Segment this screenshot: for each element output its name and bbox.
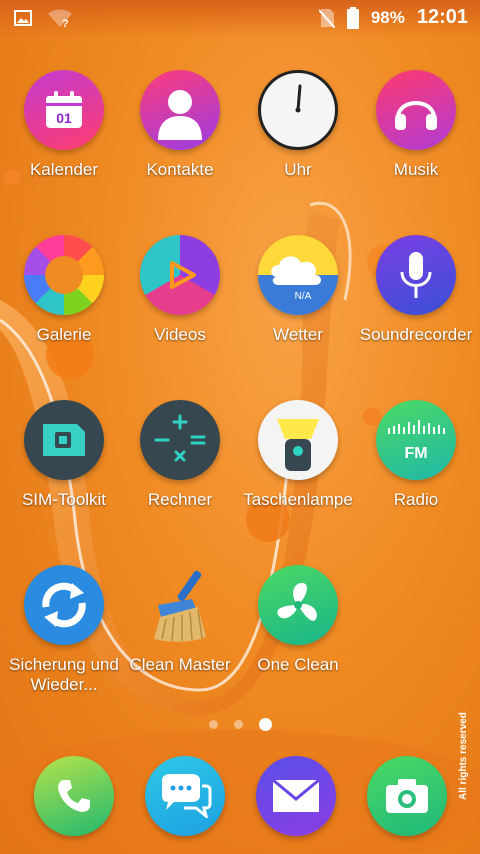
sync-icon — [24, 565, 104, 645]
page-dot[interactable] — [208, 720, 218, 729]
app-videos[interactable]: Videos — [122, 235, 238, 345]
calculator-icon — [140, 400, 220, 480]
app-backup[interactable]: Sicherung und Wieder... — [6, 565, 122, 695]
flashlight-icon — [258, 400, 338, 480]
calendar-day: 01 — [56, 110, 72, 126]
app-sim-toolkit[interactable]: SIM-Toolkit — [6, 400, 122, 510]
app-one-clean[interactable]: One Clean — [240, 565, 356, 675]
battery-percent: 98% — [370, 7, 405, 27]
image-icon — [14, 10, 32, 26]
app-gallery[interactable]: Galerie — [6, 235, 122, 345]
app-label: Sicherung und Wieder... — [9, 655, 119, 694]
app-label: Radio — [393, 490, 439, 509]
radio-fm-text: FM — [404, 445, 427, 462]
play-icon — [140, 235, 220, 315]
broom-icon — [140, 565, 220, 645]
app-label: Taschenlampe — [243, 490, 353, 509]
app-weather[interactable]: N/A Wetter — [240, 235, 356, 345]
contact-icon — [140, 70, 220, 150]
camera-icon[interactable] — [367, 756, 447, 836]
app-label: Uhr — [284, 160, 312, 179]
app-label: Videos — [154, 325, 206, 344]
status-right: 98% 12:01 — [318, 6, 468, 29]
calendar-icon: 01 — [24, 70, 104, 150]
app-clean-master[interactable]: Clean Master — [122, 565, 238, 675]
status-left: ? — [14, 8, 74, 28]
app-calculator[interactable]: Rechner — [122, 400, 238, 510]
microphone-icon — [376, 235, 456, 315]
app-radio[interactable]: FM Radio — [358, 400, 474, 510]
clock-time: 12:01 — [416, 6, 468, 28]
no-sim-icon — [318, 8, 335, 28]
app-label: Soundrecorder — [359, 325, 473, 344]
envelope-icon[interactable] — [256, 756, 336, 836]
app-flashlight[interactable]: Taschenlampe — [240, 400, 356, 510]
app-label: Kontakte — [146, 160, 214, 179]
page-dot[interactable] — [233, 720, 243, 729]
page-dot-active[interactable] — [258, 718, 272, 731]
phone-icon[interactable] — [34, 756, 114, 836]
app-label: Galerie — [36, 325, 92, 344]
fan-icon — [258, 565, 338, 645]
dock — [0, 756, 480, 836]
headphones-icon — [376, 70, 456, 150]
radio-icon: FM — [376, 400, 456, 480]
app-music[interactable]: Musik — [358, 70, 474, 180]
app-label: SIM-Toolkit — [21, 490, 107, 509]
app-label: Wetter — [273, 325, 323, 344]
app-contacts[interactable]: Kontakte — [122, 70, 238, 180]
app-label: One Clean — [257, 655, 339, 674]
app-label: Kalender — [29, 160, 99, 179]
color-wheel-icon — [24, 235, 104, 315]
app-calendar[interactable]: 01 Kalender — [6, 70, 122, 180]
page-indicator — [0, 718, 480, 731]
app-label: Rechner — [147, 490, 213, 509]
status-bar: ? 98% 12:01 — [0, 0, 480, 38]
sim-card-icon — [24, 400, 104, 480]
weather-icon: N/A — [258, 235, 338, 315]
app-clock[interactable]: Uhr — [240, 70, 356, 180]
wifi-unknown-icon: ? — [48, 9, 72, 28]
battery-icon — [346, 6, 359, 29]
clock-icon — [258, 70, 338, 150]
app-soundrecorder[interactable]: Soundrecorder — [358, 235, 474, 345]
chat-bubbles-icon[interactable] — [145, 756, 225, 836]
app-label: Clean Master — [129, 655, 231, 674]
weather-na-text: N/A — [295, 291, 312, 302]
svg-text:?: ? — [62, 18, 69, 28]
app-label: Musik — [393, 160, 439, 179]
